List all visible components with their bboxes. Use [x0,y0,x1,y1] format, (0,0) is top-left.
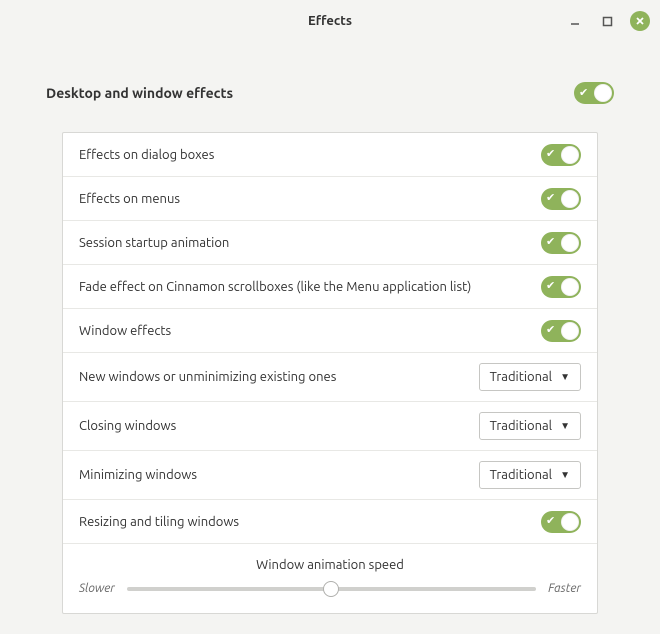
toggle-knob [561,146,579,164]
chevron-down-icon: ▼ [560,420,570,432]
slider-thumb[interactable] [323,581,339,597]
header-row: Desktop and window effects ✔ [32,82,628,104]
row-closing-windows: Closing windows Traditional ▼ [63,402,597,451]
row-label: Window effects [79,324,171,338]
slider-section: Window animation speed Slower Faster [63,544,597,613]
chevron-down-icon: ▼ [560,371,570,383]
row-label: Effects on menus [79,192,180,206]
animation-speed-slider[interactable] [127,587,536,591]
row-resizing-tiling: Resizing and tiling windows ✔ [63,500,597,544]
row-label: Fade effect on Cinnamon scrollboxes (lik… [79,280,471,294]
content: Desktop and window effects ✔ Effects on … [0,42,660,634]
toggle-startup-animation[interactable]: ✔ [541,232,581,254]
check-icon: ✔ [546,149,555,160]
dropdown-value: Traditional [490,370,553,384]
slider-max-label: Faster [548,582,581,595]
slider-min-label: Slower [79,582,115,595]
check-icon: ✔ [546,281,555,292]
row-label: Session startup animation [79,236,229,250]
row-minimizing-windows: Minimizing windows Traditional ▼ [63,451,597,500]
chevron-down-icon: ▼ [560,469,570,481]
slider-row: Slower Faster [79,582,581,595]
maximize-button[interactable] [598,12,616,30]
toggle-fade-scrollboxes[interactable]: ✔ [541,276,581,298]
toggle-knob [561,234,579,252]
toggle-resizing-tiling[interactable]: ✔ [541,511,581,533]
row-startup-animation: Session startup animation ✔ [63,221,597,265]
toggle-window-effects[interactable]: ✔ [541,320,581,342]
toggle-knob [561,513,579,531]
minimize-icon [569,15,581,27]
row-label: Effects on dialog boxes [79,148,214,162]
dropdown-value: Traditional [490,419,553,433]
check-icon: ✔ [546,516,555,527]
dropdown-closing-windows[interactable]: Traditional ▼ [479,412,581,440]
window-title: Effects [308,14,352,28]
titlebar: Effects [0,0,660,42]
check-icon: ✔ [546,193,555,204]
check-icon: ✔ [546,325,555,336]
row-label: New windows or unminimizing existing one… [79,370,336,384]
close-icon [635,16,645,26]
row-dialog-effects: Effects on dialog boxes ✔ [63,133,597,177]
toggle-knob [594,84,612,102]
maximize-icon [602,16,613,27]
dropdown-new-windows[interactable]: Traditional ▼ [479,363,581,391]
dropdown-value: Traditional [490,468,553,482]
slider-title: Window animation speed [79,558,581,572]
close-button[interactable] [630,11,650,31]
check-icon: ✔ [579,88,588,99]
toggle-knob [561,278,579,296]
toggle-knob [561,322,579,340]
header-label: Desktop and window effects [46,85,233,101]
row-menu-effects: Effects on menus ✔ [63,177,597,221]
minimize-button[interactable] [566,12,584,30]
row-fade-scrollboxes: Fade effect on Cinnamon scrollboxes (lik… [63,265,597,309]
dropdown-minimizing-windows[interactable]: Traditional ▼ [479,461,581,489]
toggle-dialog-effects[interactable]: ✔ [541,144,581,166]
row-new-windows: New windows or unminimizing existing one… [63,353,597,402]
window-controls [566,0,650,42]
row-window-effects: Window effects ✔ [63,309,597,353]
toggle-menu-effects[interactable]: ✔ [541,188,581,210]
check-icon: ✔ [546,237,555,248]
settings-panel: Effects on dialog boxes ✔ Effects on men… [62,132,598,614]
row-label: Minimizing windows [79,468,197,482]
row-label: Closing windows [79,419,176,433]
master-toggle[interactable]: ✔ [574,82,614,104]
row-label: Resizing and tiling windows [79,515,239,529]
toggle-knob [561,190,579,208]
